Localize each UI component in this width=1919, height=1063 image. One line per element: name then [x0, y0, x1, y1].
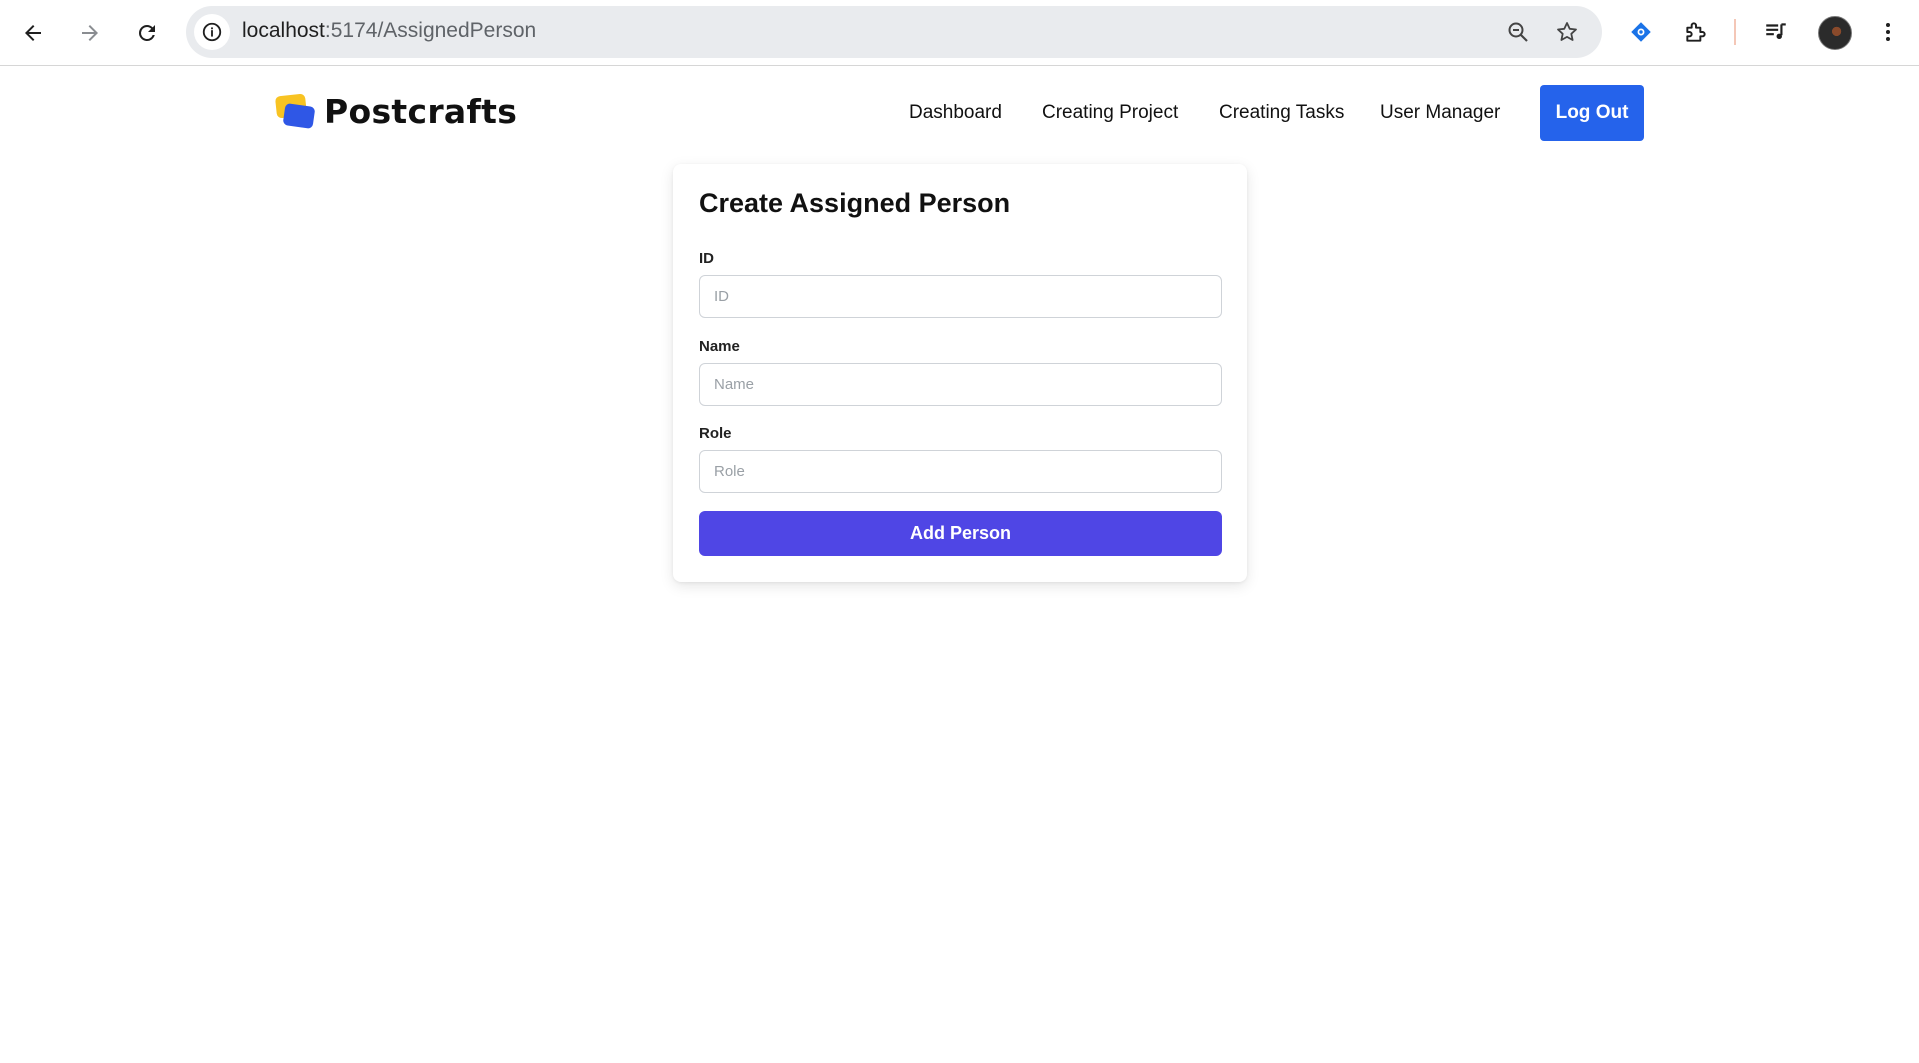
nav-link-creating-project[interactable]: Creating Project	[1042, 102, 1178, 124]
add-person-button[interactable]: Add Person	[699, 511, 1222, 556]
browser-toolbar: localhost:5174/AssignedPerson	[0, 0, 1919, 66]
url-text: localhost:5174/AssignedPerson	[242, 19, 536, 43]
extension-tag-icon	[1631, 22, 1651, 42]
reload-button[interactable]	[127, 13, 167, 53]
forward-arrow-icon	[82, 25, 98, 41]
zoom-icon	[1508, 22, 1528, 42]
role-input[interactable]	[699, 450, 1222, 493]
role-label: Role	[699, 425, 732, 442]
logout-button[interactable]: Log Out	[1540, 85, 1644, 141]
form-title: Create Assigned Person	[699, 188, 1011, 218]
browser-menu-button[interactable]	[1870, 14, 1906, 50]
brand[interactable]: Postcrafts	[274, 92, 518, 131]
app-header: Postcrafts Dashboard Creating Project Cr…	[0, 66, 1919, 158]
extensions-button[interactable]	[1678, 14, 1714, 50]
back-arrow-icon	[25, 25, 41, 41]
nav-link-user-manager[interactable]: User Manager	[1380, 102, 1500, 124]
name-input[interactable]	[699, 363, 1222, 406]
brand-name: Postcrafts	[324, 92, 518, 131]
back-button[interactable]	[13, 13, 53, 53]
kebab-menu-icon	[1886, 23, 1890, 41]
toolbar-divider	[1734, 19, 1736, 45]
create-assigned-person-card: Create Assigned Person ID Name Role Add …	[673, 164, 1247, 582]
media-queue-button[interactable]	[1758, 14, 1794, 50]
media-queue-icon	[1766, 23, 1786, 40]
site-info-icon	[202, 22, 222, 42]
reload-icon	[139, 25, 155, 41]
url-path: :5174/AssignedPerson	[324, 19, 537, 42]
brand-logo-icon	[274, 92, 316, 129]
id-label: ID	[699, 250, 714, 267]
extension-tag-button[interactable]	[1623, 14, 1659, 50]
site-info-button[interactable]	[194, 14, 230, 50]
nav-link-creating-tasks[interactable]: Creating Tasks	[1219, 102, 1344, 124]
profile-avatar[interactable]	[1818, 16, 1852, 50]
id-input[interactable]	[699, 275, 1222, 318]
name-label: Name	[699, 338, 740, 355]
nav-link-dashboard[interactable]: Dashboard	[909, 102, 1002, 124]
url-host: localhost	[242, 19, 325, 42]
bookmark-star-icon	[1557, 22, 1577, 41]
extensions-puzzle-icon	[1686, 22, 1706, 42]
forward-button[interactable]	[70, 13, 110, 53]
bookmark-button[interactable]	[1553, 18, 1581, 46]
address-bar[interactable]: localhost:5174/AssignedPerson	[186, 6, 1602, 58]
zoom-button[interactable]	[1504, 18, 1532, 46]
